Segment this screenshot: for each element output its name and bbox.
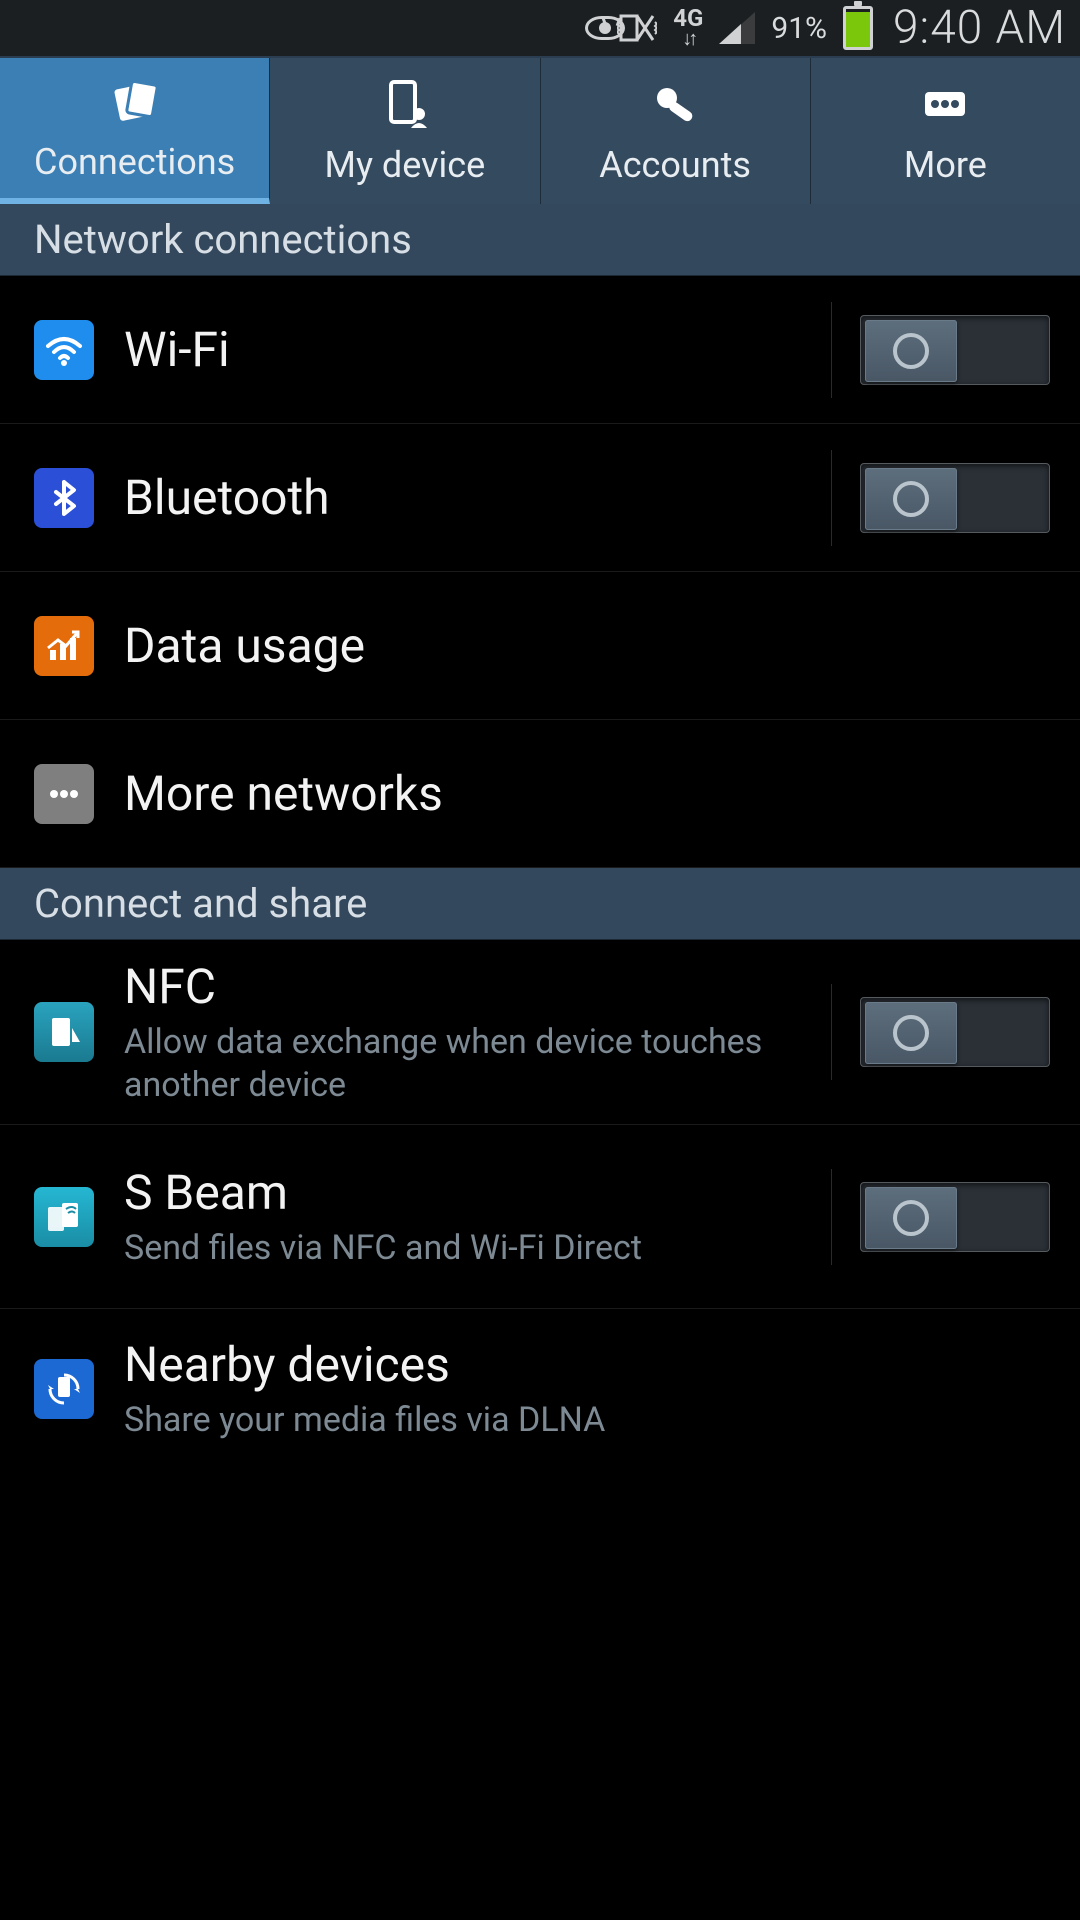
- row-s-beam[interactable]: S Beam Send files via NFC and Wi-Fi Dire…: [0, 1125, 1080, 1309]
- status-bar: 4G ↓↑ 91% 9:40 AM: [0, 0, 1080, 56]
- signal-strength-icon: [719, 12, 755, 44]
- s-beam-toggle[interactable]: [860, 1182, 1050, 1252]
- s-beam-label: S Beam: [124, 1164, 801, 1221]
- data-usage-label: Data usage: [124, 617, 1050, 674]
- bluetooth-toggle[interactable]: [860, 463, 1050, 533]
- nfc-icon: [34, 1002, 94, 1062]
- row-more-networks[interactable]: More networks: [0, 720, 1080, 868]
- nearby-devices-icon: [34, 1359, 94, 1419]
- row-data-usage[interactable]: Data usage: [0, 572, 1080, 720]
- connections-icon: [107, 73, 163, 129]
- wifi-label: Wi-Fi: [124, 321, 801, 378]
- nfc-label: NFC: [124, 958, 801, 1015]
- bluetooth-icon: [34, 468, 94, 528]
- tab-my-device-label: My device: [325, 144, 486, 186]
- status-clock: 9:40 AM: [893, 1, 1066, 55]
- row-bluetooth[interactable]: Bluetooth: [0, 424, 1080, 572]
- row-nfc[interactable]: NFC Allow data exchange when device touc…: [0, 940, 1080, 1125]
- wifi-toggle[interactable]: [860, 315, 1050, 385]
- section-header-connect-and-share: Connect and share: [0, 868, 1080, 940]
- my-device-icon: [377, 76, 433, 132]
- nearby-devices-subtitle: Share your media files via DLNA: [124, 1399, 1050, 1442]
- status-icons: 4G ↓↑ 91%: [585, 6, 873, 50]
- tab-more[interactable]: More: [811, 58, 1080, 204]
- accounts-icon: [647, 76, 703, 132]
- mute-vibrate-icon: [617, 12, 657, 44]
- row-wifi[interactable]: Wi-Fi: [0, 276, 1080, 424]
- more-networks-icon: [34, 764, 94, 824]
- tab-my-device[interactable]: My device: [270, 58, 540, 204]
- wifi-icon: [34, 320, 94, 380]
- tab-accounts-label: Accounts: [599, 144, 751, 186]
- nfc-toggle[interactable]: [860, 997, 1050, 1067]
- battery-percent: 91%: [771, 11, 827, 46]
- s-beam-icon: [34, 1187, 94, 1247]
- data-usage-icon: [34, 616, 94, 676]
- tab-connections[interactable]: Connections: [0, 58, 270, 204]
- nfc-subtitle: Allow data exchange when device touches …: [124, 1021, 801, 1106]
- tab-connections-label: Connections: [34, 141, 235, 183]
- more-networks-label: More networks: [124, 765, 1050, 822]
- bluetooth-label: Bluetooth: [124, 469, 801, 526]
- row-nearby-devices[interactable]: Nearby devices Share your media files vi…: [0, 1309, 1080, 1469]
- network-type-label: 4G: [673, 8, 703, 28]
- tab-more-label: More: [904, 144, 987, 186]
- battery-icon: [843, 6, 873, 50]
- network-type-indicator: 4G ↓↑: [673, 8, 703, 48]
- nearby-devices-label: Nearby devices: [124, 1336, 1050, 1393]
- more-icon: [917, 76, 973, 132]
- section-header-network-connections: Network connections: [0, 204, 1080, 276]
- tab-accounts[interactable]: Accounts: [541, 58, 811, 204]
- s-beam-subtitle: Send files via NFC and Wi-Fi Direct: [124, 1227, 801, 1270]
- settings-tabs: Connections My device Accounts More: [0, 56, 1080, 204]
